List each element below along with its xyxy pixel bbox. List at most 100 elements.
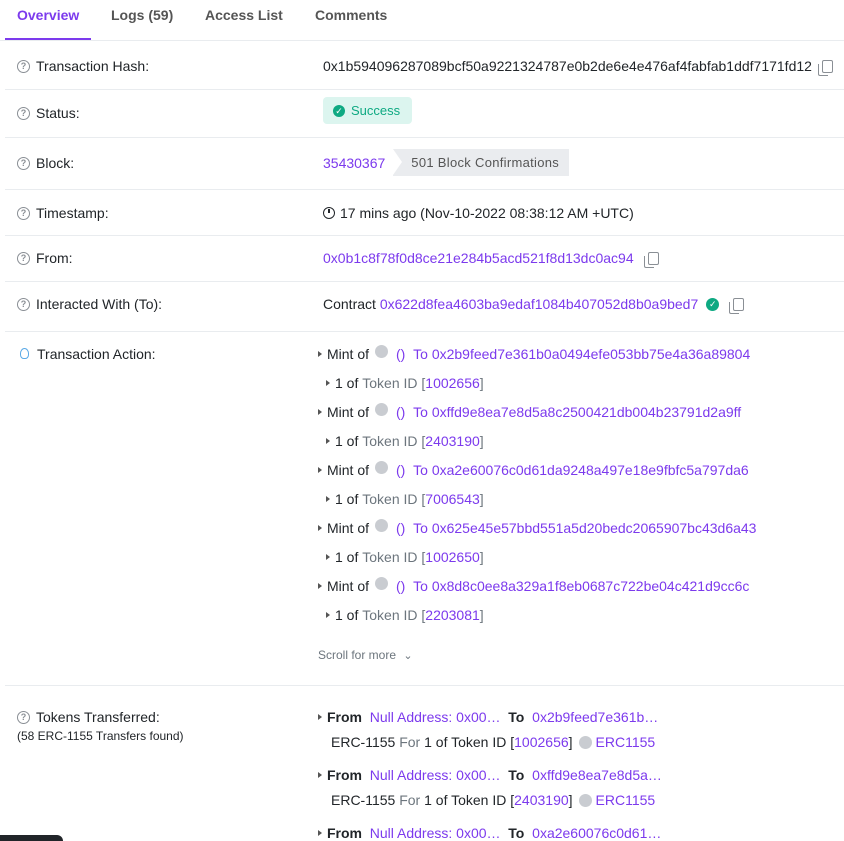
from-address-link[interactable]: Null Address: 0x00… — [370, 767, 501, 783]
to-text: To — [508, 767, 525, 783]
token-name-link[interactable]: () — [396, 462, 405, 478]
token-name-link[interactable]: () — [396, 346, 405, 362]
question-icon[interactable]: ? — [17, 156, 30, 170]
to-address-link[interactable]: 0x2b9feed7e361b… — [532, 709, 658, 725]
token-id-text: Token ID — [362, 549, 418, 565]
token-name-link[interactable]: () — [396, 404, 405, 420]
recipient-address-link[interactable]: 0xffd9e8ea7e8d5a8c2500421db004b23791d2a9… — [432, 404, 741, 420]
caret-right-icon[interactable] — [318, 409, 322, 415]
confirmations-badge: 501 Block Confirmations — [393, 149, 570, 176]
caret-right-icon[interactable] — [318, 714, 322, 720]
block-value: 35430367 501 Block Confirmations — [323, 149, 570, 176]
caret-right-icon[interactable] — [326, 380, 330, 386]
row-timestamp: ? Timestamp: 17 mins ago (Nov-10-2022 08… — [5, 190, 844, 236]
tokens-transferred-label: ? Tokens Transferred: — [17, 709, 160, 725]
transfer-detail-line: ERC-1155 For 1 of Token ID [1002656] ERC1… — [331, 734, 655, 750]
tab-access-list[interactable]: Access List — [193, 0, 295, 38]
timestamp-value: 17 mins ago (Nov-10-2022 08:38:12 AM +UT… — [323, 205, 634, 221]
taskbar-fragment — [0, 835, 63, 841]
row-from: ? From: 0x0b1c8f78f0d8ce21e284b5acd521f8… — [5, 236, 844, 282]
to-address-link[interactable]: 0xffd9e8ea7e8d5a… — [532, 767, 662, 783]
standard-text: ERC-1155 — [331, 792, 396, 808]
tab-logs[interactable]: Logs (59) — [99, 0, 185, 38]
transfer-from-to-line: From Null Address: 0x00… To 0xa2e60076c0… — [318, 825, 661, 841]
token-name-link[interactable]: () — [396, 520, 405, 536]
from-address-link[interactable]: Null Address: 0x00… — [370, 709, 501, 725]
token-name-link[interactable]: ERC1155 — [596, 792, 656, 808]
label-text: Timestamp: — [36, 205, 109, 221]
mint-text: Mint of — [327, 578, 370, 594]
row-transaction-hash: ? Transaction Hash: 0x1b594096287089bcf5… — [5, 42, 844, 90]
scroll-for-more[interactable]: Scroll for more ⌄ — [318, 648, 413, 662]
caret-right-icon[interactable] — [318, 351, 322, 357]
caret-right-icon[interactable] — [318, 830, 322, 836]
transfer-from-to-line: From Null Address: 0x00… To 0x2b9feed7e3… — [318, 709, 658, 725]
transfer-from-to-line: From Null Address: 0x00… To 0xffd9e8ea7e… — [318, 767, 662, 783]
token-id-link[interactable]: 1002656 — [514, 734, 569, 750]
from-address-link[interactable]: Null Address: 0x00… — [370, 825, 501, 841]
tab-overview[interactable]: Overview — [5, 0, 92, 40]
token-id-link[interactable]: 2403190 — [425, 433, 480, 449]
action-token-line: 1 of Token ID [1002656] — [326, 375, 484, 391]
token-name-link[interactable]: ERC1155 — [596, 734, 656, 750]
recipient-address-link[interactable]: 0x2b9feed7e361b0a0494efe053bb75e4a36a898… — [432, 346, 750, 362]
tab-bar: Overview Logs (59) Access List Comments — [0, 0, 844, 41]
caret-right-icon[interactable] — [326, 496, 330, 502]
interacted-with-label: ? Interacted With (To): — [17, 296, 162, 312]
caret-right-icon[interactable] — [318, 525, 322, 531]
check-circle-icon: ✓ — [333, 104, 345, 117]
question-icon[interactable]: ? — [17, 59, 30, 73]
copy-icon[interactable] — [643, 251, 659, 268]
interacted-with-value: Contract 0x622d8fea4603ba9edaf1084b40705… — [323, 296, 745, 314]
action-mint-line: Mint of () To 0x625e45e57bbd551a5d20bedc2… — [318, 518, 757, 536]
tab-comments[interactable]: Comments — [303, 0, 399, 38]
token-name-link[interactable]: () — [396, 578, 405, 594]
copy-icon[interactable] — [729, 297, 745, 314]
action-mint-line: Mint of () To 0xffd9e8ea7e8d5a8c2500421db… — [318, 402, 741, 420]
question-icon[interactable]: ? — [17, 206, 30, 220]
recipient-address-link[interactable]: 0x625e45e57bbd551a5d20bedc2065907bc43d6a… — [432, 520, 757, 536]
question-icon[interactable]: ? — [17, 106, 30, 120]
question-icon[interactable]: ? — [17, 710, 30, 724]
caret-right-icon[interactable] — [318, 772, 322, 778]
label-text: Transaction Action: — [37, 346, 156, 362]
to-text: To — [413, 404, 428, 420]
one-of-text: 1 of — [335, 607, 359, 623]
token-id-link[interactable]: 2403190 — [514, 792, 569, 808]
status-label: ? Status: — [17, 105, 80, 121]
caret-right-icon[interactable] — [326, 554, 330, 560]
caret-right-icon[interactable] — [326, 438, 330, 444]
caret-right-icon[interactable] — [326, 612, 330, 618]
caret-right-icon[interactable] — [318, 583, 322, 589]
bracket-close: ] — [568, 792, 573, 808]
bracket-close: ] — [479, 549, 484, 565]
from-label: ? From: — [17, 250, 73, 266]
one-of-text: 1 of — [335, 433, 359, 449]
contract-address-link[interactable]: 0x622d8fea4603ba9edaf1084b407052d8b0a9be… — [380, 296, 698, 312]
status-badge: ✓ Success — [323, 97, 413, 124]
transaction-hash-label: ? Transaction Hash: — [17, 58, 149, 74]
to-address-link[interactable]: 0xa2e60076c0d61… — [532, 825, 661, 841]
caret-right-icon[interactable] — [318, 467, 322, 473]
token-id-link[interactable]: 1002650 — [425, 549, 480, 565]
action-mint-line: Mint of () To 0xa2e60076c0d61da9248a497e1… — [318, 460, 749, 478]
question-icon[interactable]: ? — [17, 297, 30, 311]
action-mint-line: Mint of () To 0x8d8c0ee8a329a1f8eb0687c72… — [318, 576, 750, 594]
one-of-text: 1 of — [335, 375, 359, 391]
recipient-address-link[interactable]: 0xa2e60076c0d61da9248a497e18e9fbfc5a797d… — [432, 462, 749, 478]
question-icon[interactable]: ? — [17, 251, 30, 265]
token-id-link[interactable]: 1002656 — [425, 375, 480, 391]
from-address-link[interactable]: 0x0b1c8f78f0d8ce21e284b5acd521f8d13dc0ac… — [323, 250, 634, 266]
token-id-link[interactable]: 7006543 — [425, 491, 480, 507]
token-icon — [375, 402, 389, 416]
to-text: To — [413, 346, 428, 362]
token-id-link[interactable]: 2203081 — [425, 607, 480, 623]
block-number-link[interactable]: 35430367 — [323, 155, 385, 171]
mint-text: Mint of — [327, 404, 370, 420]
token-icon — [578, 793, 592, 807]
to-text: To — [413, 520, 428, 536]
copy-icon[interactable] — [817, 59, 833, 76]
recipient-address-link[interactable]: 0x8d8c0ee8a329a1f8eb0687c722be04c421d9cc… — [432, 578, 750, 594]
row-block: ? Block: 35430367 501 Block Confirmation… — [5, 138, 844, 190]
from-text: From — [327, 825, 362, 841]
